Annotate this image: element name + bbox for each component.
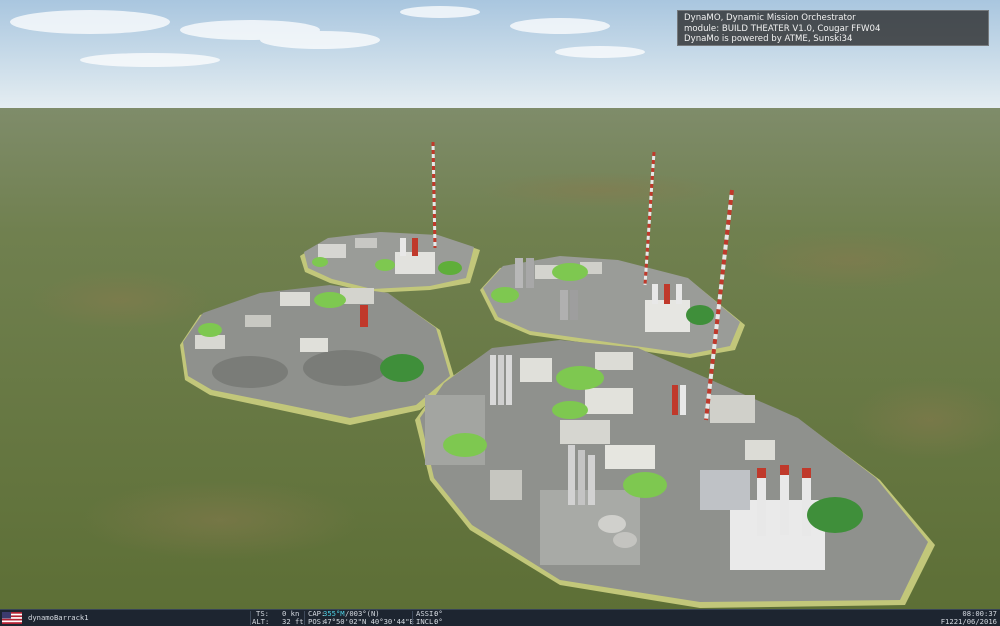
- message-line-3: DynaMo is powered by ATME, Sunski34: [684, 34, 853, 44]
- status-separator: [250, 611, 251, 625]
- mission-message-box: DynaMO, Dynamic Mission Orchestrator mod…: [677, 10, 989, 46]
- us-flag-icon: [2, 612, 22, 624]
- status-separator: [412, 611, 413, 625]
- status-bar: dynamoBarrack1 TS: 0 kn ALT: 32 ft CAP: …: [0, 609, 1000, 626]
- message-line-1: DynaMO, Dynamic Mission Orchestrator: [684, 13, 856, 23]
- message-line-2: module: BUILD THEATER V1.0, Cougar FFW04: [684, 23, 881, 34]
- unit-name: dynamoBarrack1: [28, 613, 89, 622]
- game-viewport[interactable]: [0, 0, 1000, 625]
- status-separator: [304, 611, 305, 625]
